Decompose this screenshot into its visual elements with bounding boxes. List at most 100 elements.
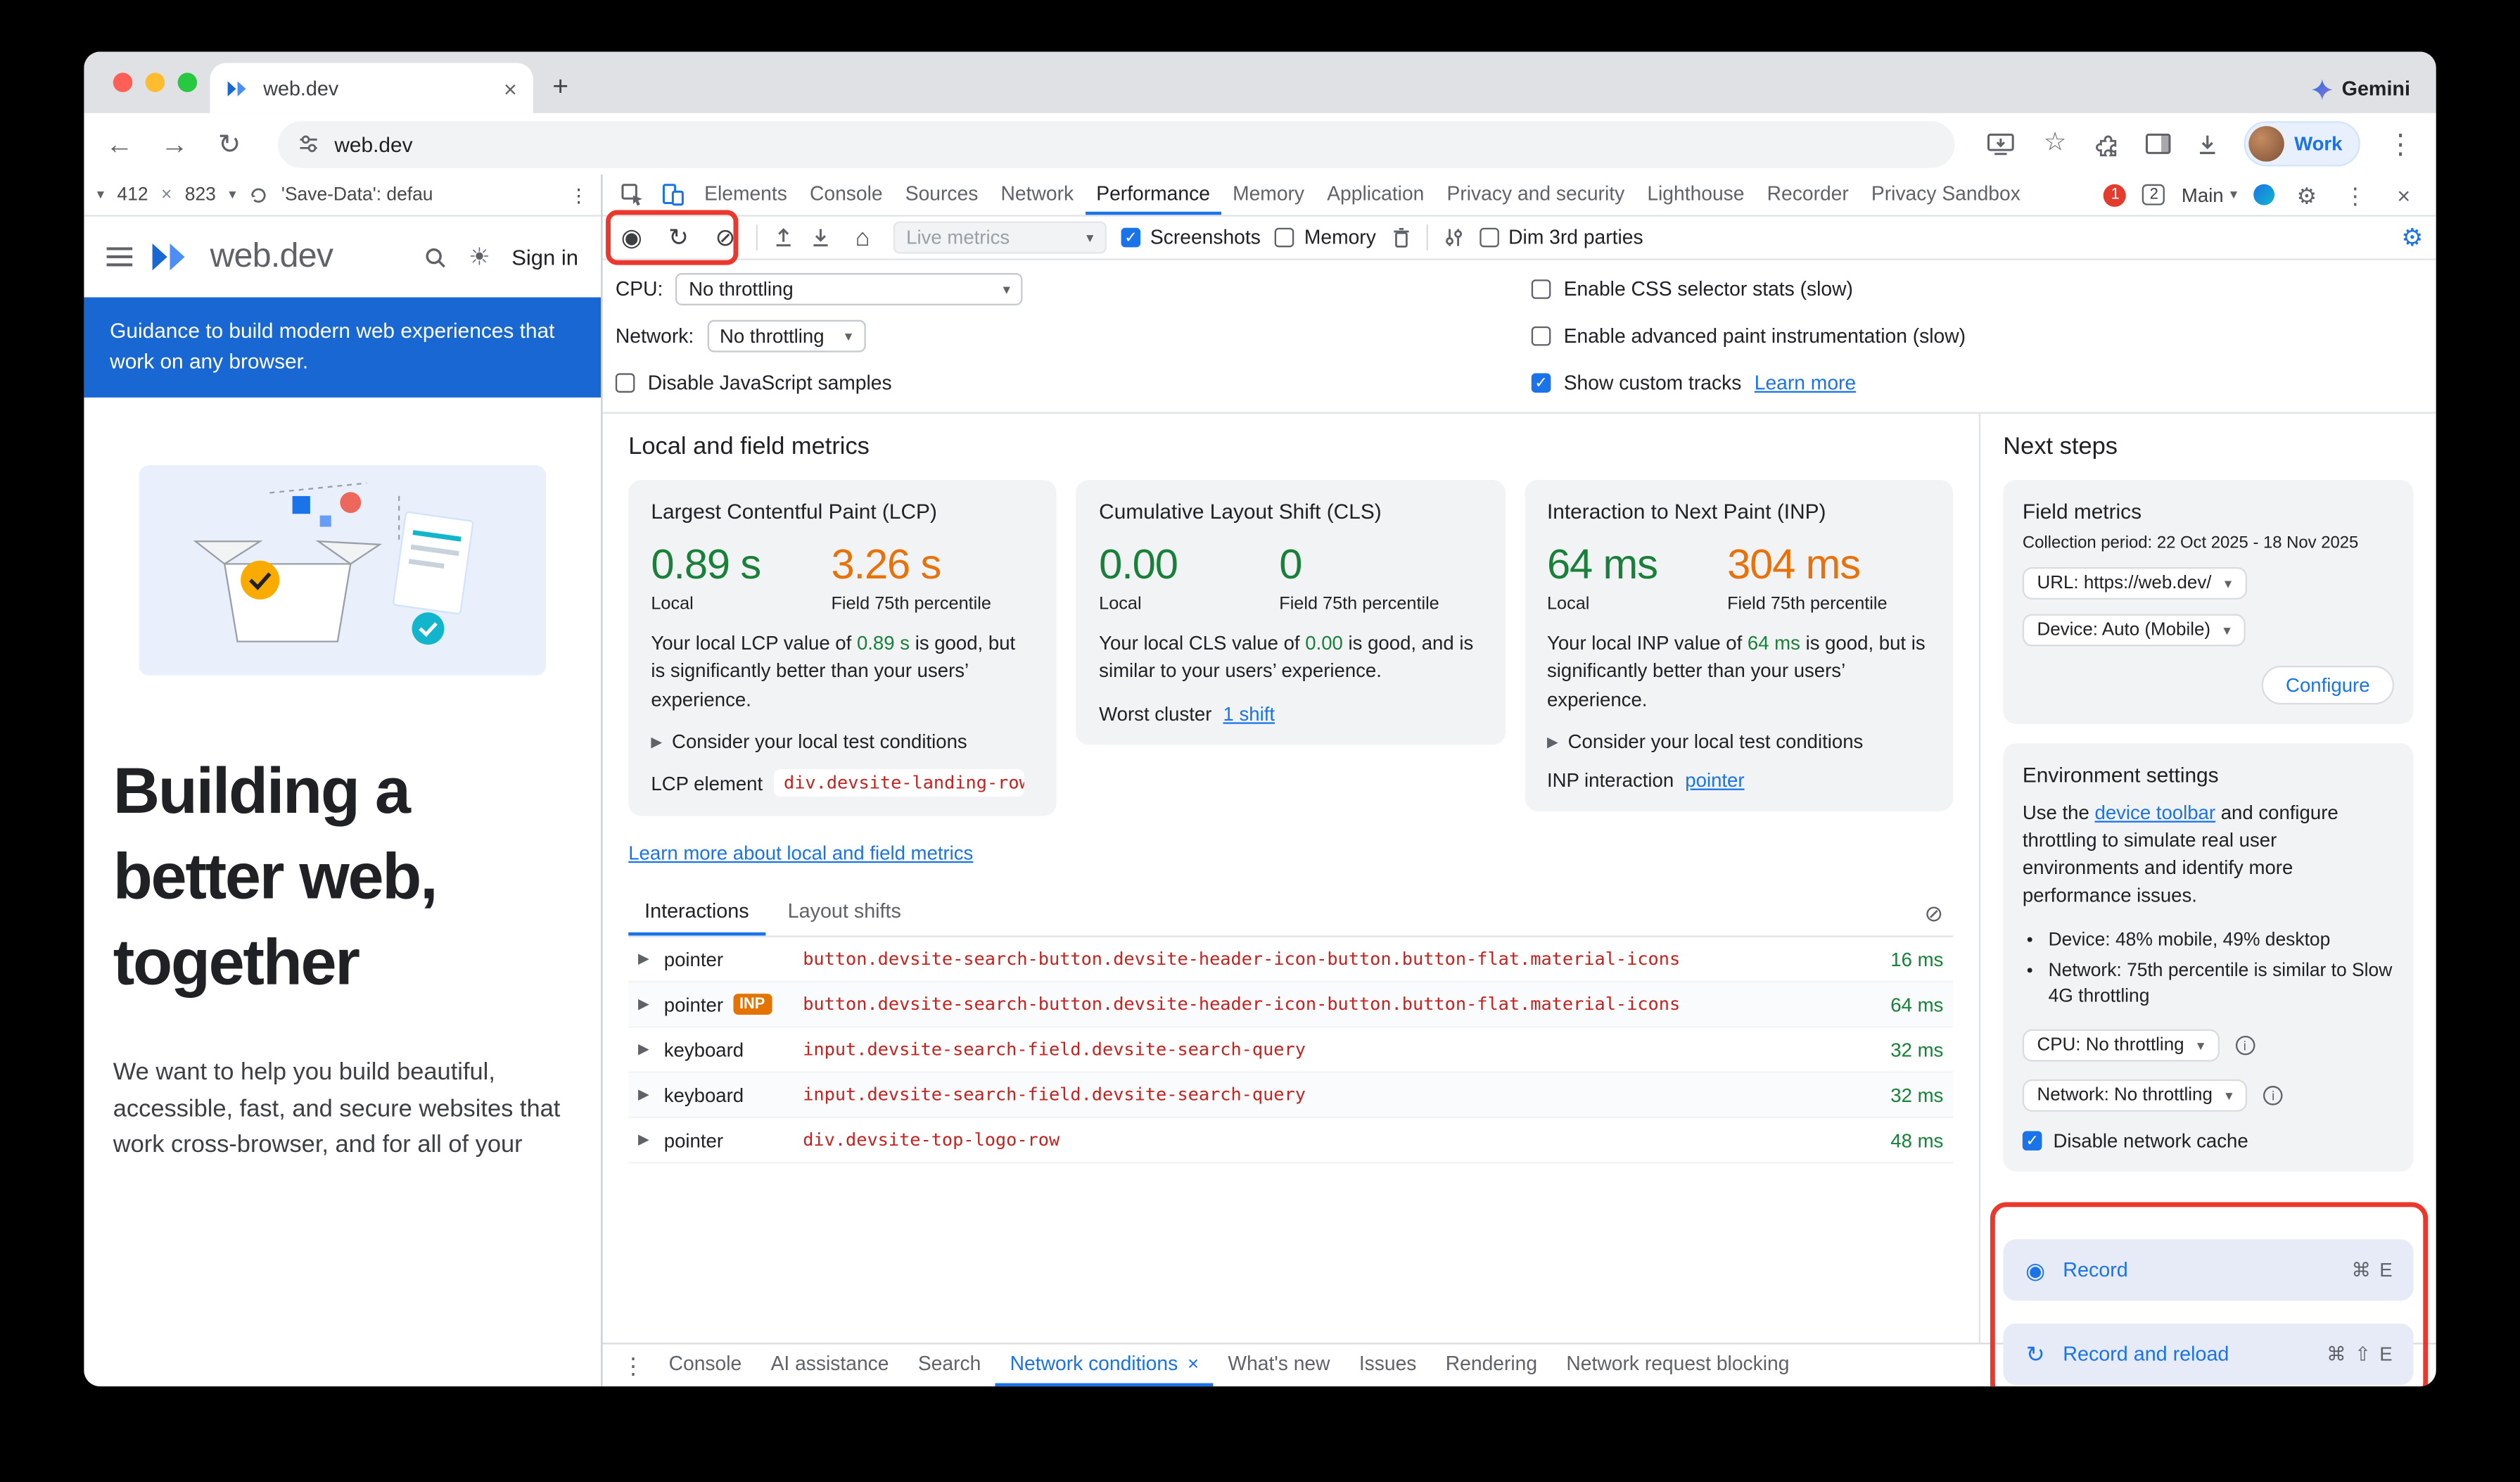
profile-chip[interactable]: Work: [2244, 121, 2360, 166]
clear-log-icon[interactable]: ⊘: [1915, 899, 1953, 927]
context-select[interactable]: Main▾: [2182, 184, 2237, 206]
install-icon[interactable]: [1987, 132, 2015, 156]
browser-menu-icon[interactable]: ⋮: [2384, 130, 2417, 158]
tab-lighthouse[interactable]: Lighthouse: [1636, 175, 1755, 215]
reload-icon[interactable]: ↻: [213, 130, 246, 158]
drawer-tab-network-conditions[interactable]: Network conditions×: [995, 1344, 1214, 1386]
disable-cache-row[interactable]: Disable network cache: [2023, 1130, 2394, 1153]
inspect-element-icon[interactable]: [612, 175, 652, 215]
forward-icon[interactable]: →: [158, 130, 191, 158]
lcp-element-chip[interactable]: div.devsite-landing-row-ite…: [774, 769, 1024, 797]
tab-performance[interactable]: Performance: [1085, 175, 1221, 215]
interaction-row[interactable]: ▶ pointer INP button.devsite-search-butt…: [628, 982, 1953, 1027]
network-info-icon[interactable]: i: [2263, 1087, 2283, 1106]
downloads-icon[interactable]: [2196, 132, 2220, 156]
tab-sources[interactable]: Sources: [894, 175, 990, 215]
tab-privacy-security[interactable]: Privacy and security: [1435, 175, 1636, 215]
tab-close-icon[interactable]: ×: [504, 77, 517, 99]
side-panel-icon[interactable]: [2146, 132, 2172, 155]
network-throttling-select[interactable]: No throttling▾: [707, 320, 865, 353]
configure-button[interactable]: Configure: [2262, 666, 2394, 704]
tab-elements[interactable]: Elements: [693, 175, 798, 215]
site-settings-icon[interactable]: [298, 132, 320, 155]
site-logo-text[interactable]: web.dev: [210, 238, 333, 277]
zoom-select-icon[interactable]: ▾: [229, 186, 236, 203]
interaction-row[interactable]: ▶ keyboard input.devsite-search-field.de…: [628, 1073, 1953, 1118]
devtools-settings-gear-icon[interactable]: ⚙: [2291, 184, 2323, 206]
custom-tracks-checkbox[interactable]: [1532, 373, 1551, 393]
drawer-tab-search[interactable]: Search: [903, 1344, 995, 1386]
capture-settings-gear-icon[interactable]: ⚙: [2401, 223, 2423, 252]
drawer-tab-console[interactable]: Console: [654, 1344, 756, 1386]
bookmark-star-icon[interactable]: ☆: [2039, 131, 2071, 157]
field-url-select[interactable]: URL: https://web.dev/▾: [2023, 567, 2246, 600]
env-cpu-select[interactable]: CPU: No throttling▾: [2023, 1030, 2219, 1063]
drawer-menu-icon[interactable]: ⋮: [612, 1344, 654, 1386]
sign-in-link[interactable]: Sign in: [511, 245, 578, 269]
upload-profile-icon[interactable]: [772, 226, 795, 248]
dim-3rd-parties-checkbox[interactable]: [1479, 228, 1499, 248]
drawer-tab-close-icon[interactable]: ×: [1188, 1353, 1199, 1375]
hamburger-menu-icon[interactable]: [107, 247, 133, 267]
drawer-tab-issues[interactable]: Issues: [1344, 1344, 1431, 1386]
disable-js-samples-checkbox[interactable]: [616, 373, 635, 393]
webdev-logo-icon[interactable]: [148, 241, 193, 273]
record-icon[interactable]: ◉: [616, 225, 648, 249]
interaction-row[interactable]: ▶ pointer button.devsite-search-button.d…: [628, 937, 1953, 982]
tab-interactions[interactable]: Interactions: [628, 891, 765, 936]
tab-recorder[interactable]: Recorder: [1756, 175, 1860, 215]
devtools-close-icon[interactable]: ×: [2388, 184, 2420, 206]
extensions-puzzle-icon[interactable]: [2096, 131, 2122, 157]
memory-checkbox[interactable]: [1275, 228, 1295, 248]
tab-console[interactable]: Console: [798, 175, 894, 215]
tab-application[interactable]: Application: [1316, 175, 1435, 215]
search-icon[interactable]: [423, 245, 447, 269]
advanced-paint-checkbox[interactable]: [1532, 327, 1551, 346]
theme-toggle-icon[interactable]: ☀: [463, 245, 495, 269]
custom-tracks-learn-more-link[interactable]: Learn more: [1755, 372, 1856, 394]
tab-memory[interactable]: Memory: [1221, 175, 1316, 215]
viewport-height[interactable]: 823: [185, 185, 216, 205]
collect-garbage-icon[interactable]: [1391, 226, 1412, 248]
record-and-reload-button[interactable]: ↻ Record and reload ⌘ ⇧ E: [2003, 1324, 2413, 1386]
rotate-icon[interactable]: [249, 185, 269, 205]
new-tab-button[interactable]: +: [552, 71, 568, 103]
close-window-button[interactable]: [113, 72, 133, 92]
live-metrics-home-icon[interactable]: ⌂: [846, 225, 879, 249]
screenshots-checkbox[interactable]: [1121, 228, 1141, 248]
minimize-window-button[interactable]: [146, 72, 165, 92]
omnibox[interactable]: web.dev: [278, 120, 1955, 167]
row-expander-icon[interactable]: ▶: [638, 996, 664, 1013]
cpu-throttling-select[interactable]: No throttling▾: [676, 273, 1024, 305]
device-toolbar-link[interactable]: device toolbar: [2094, 802, 2215, 824]
device-toolbar-toggle-icon[interactable]: [653, 175, 693, 215]
zoom-window-button[interactable]: [178, 72, 198, 92]
memory-checkbox-row[interactable]: Memory: [1275, 226, 1376, 248]
browser-tab[interactable]: web.dev ×: [210, 63, 533, 113]
interaction-row[interactable]: ▶ keyboard input.devsite-search-field.de…: [628, 1028, 1953, 1073]
emulation-menu-icon[interactable]: ⋮: [569, 184, 587, 206]
back-icon[interactable]: ←: [103, 130, 136, 158]
row-expander-icon[interactable]: ▶: [638, 951, 664, 968]
devtools-menu-icon[interactable]: ⋮: [2339, 184, 2372, 206]
viewport-width[interactable]: 412: [117, 185, 148, 205]
tab-network[interactable]: Network: [989, 175, 1085, 215]
learn-more-metrics-link[interactable]: Learn more about local and field metrics: [628, 842, 973, 865]
inp-interaction-link[interactable]: pointer: [1685, 769, 1744, 792]
drawer-tab-ai-assistance[interactable]: AI assistance: [756, 1344, 903, 1386]
disable-network-cache-checkbox[interactable]: [2023, 1132, 2042, 1151]
lcp-test-conditions-expander[interactable]: ▶ Consider your local test conditions: [651, 730, 1034, 753]
gemini-status-icon[interactable]: [2253, 184, 2274, 205]
cls-worst-cluster-link[interactable]: 1 shift: [1223, 702, 1275, 725]
save-data-select[interactable]: 'Save-Data': defau: [281, 185, 433, 205]
css-selector-stats-checkbox[interactable]: [1532, 279, 1551, 299]
env-network-select[interactable]: Network: No throttling▾: [2023, 1080, 2248, 1113]
row-expander-icon[interactable]: ▶: [638, 1086, 664, 1103]
record-and-reload-icon[interactable]: ↻: [662, 225, 694, 249]
tab-layout-shifts[interactable]: Layout shifts: [772, 891, 917, 936]
tab-privacy-sandbox[interactable]: Privacy Sandbox: [1860, 175, 2032, 215]
row-expander-icon[interactable]: ▶: [638, 1132, 664, 1149]
error-count-badge[interactable]: 1: [2104, 184, 2127, 206]
drawer-tab-network-request-blocking[interactable]: Network request blocking: [1552, 1344, 1804, 1386]
clear-icon[interactable]: ⊘: [709, 225, 742, 249]
